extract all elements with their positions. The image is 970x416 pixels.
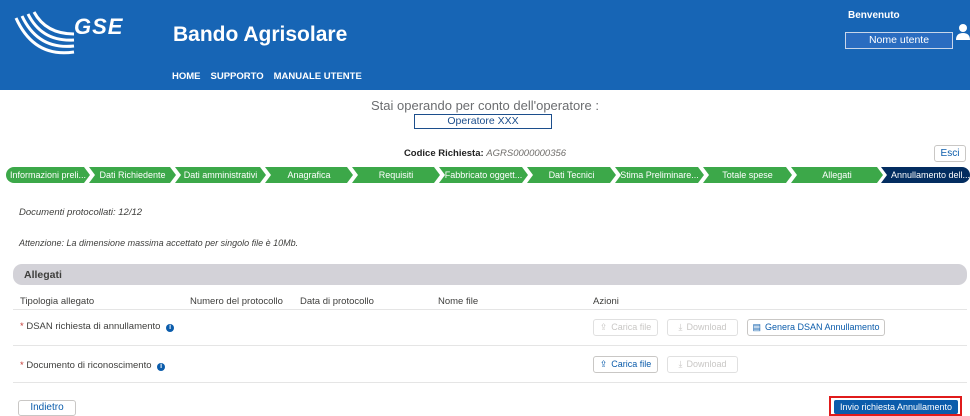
request-code: Codice Richiesta: AGRS0000000356 bbox=[0, 148, 970, 159]
upload-file-button[interactable]: ⇪ Carica file bbox=[593, 356, 658, 373]
step-allegati[interactable]: Allegati bbox=[791, 167, 883, 183]
required-marker: * bbox=[20, 360, 24, 371]
attachment-type-label: DSAN richiesta di annullamento bbox=[26, 321, 161, 332]
step-requisiti[interactable]: Requisiti bbox=[352, 167, 440, 183]
operating-label: Stai operando per conto dell'operatore : bbox=[371, 98, 599, 113]
step-annullamento[interactable]: Annullamento dell... bbox=[881, 167, 970, 183]
step-anagrafica[interactable]: Anagrafica bbox=[265, 167, 353, 183]
progress-path: Informazioni preli... Dati Richiedente D… bbox=[0, 167, 970, 183]
step-fabbricato[interactable]: Fabbricato oggett... bbox=[439, 167, 528, 183]
upload-icon: ⇪ bbox=[599, 359, 608, 369]
step-stima-preliminare[interactable]: Stima Preliminare... bbox=[615, 167, 704, 183]
nav-manual-link[interactable]: MANUALE UTENTE bbox=[274, 71, 362, 82]
column-header-tipologia: Tipologia allegato bbox=[20, 296, 95, 307]
logo-text: GSE bbox=[74, 14, 124, 39]
top-nav: HOME SUPPORTO MANUALE UTENTE bbox=[172, 71, 362, 82]
welcome-label: Benvenuto bbox=[848, 10, 900, 21]
attachment-type-label: Documento di riconoscimento bbox=[26, 360, 152, 371]
row-divider bbox=[13, 345, 967, 346]
nav-home-link[interactable]: HOME bbox=[172, 71, 201, 82]
table-row-documento: * Documento di riconoscimento i bbox=[20, 360, 166, 371]
required-marker: * bbox=[20, 321, 24, 332]
user-icon[interactable] bbox=[955, 22, 970, 42]
app-title: Bando Agrisolare bbox=[173, 23, 348, 46]
request-code-value: AGRS0000000356 bbox=[486, 148, 567, 159]
nav-support-link[interactable]: SUPPORTO bbox=[211, 71, 264, 82]
step-dati-amministrativi[interactable]: Dati amministrativi bbox=[175, 167, 266, 183]
max-size-warning: Attenzione: La dimensione massima accett… bbox=[19, 238, 299, 248]
step-dati-richiedente[interactable]: Dati Richiedente bbox=[89, 167, 176, 183]
request-code-label: Codice Richiesta: bbox=[403, 148, 484, 159]
generate-dsan-button[interactable]: ▤ Genera DSAN Annullamento bbox=[747, 319, 885, 336]
gse-logo: GSE bbox=[12, 10, 122, 65]
download-icon: ⤓ bbox=[678, 322, 683, 332]
username-box[interactable]: Nome utente bbox=[845, 32, 953, 49]
column-header-data: Data di protocollo bbox=[300, 296, 374, 307]
info-icon[interactable]: i bbox=[166, 324, 175, 332]
download-icon: ⤓ bbox=[678, 359, 683, 369]
download-button[interactable]: ⤓ Download bbox=[667, 319, 738, 336]
exit-button[interactable]: Esci bbox=[934, 145, 966, 162]
upload-icon: ⇪ bbox=[599, 322, 608, 332]
column-header-nome-file: Nome file bbox=[438, 296, 479, 307]
step-totale-spese[interactable]: Totale spese bbox=[703, 167, 792, 183]
row-divider bbox=[13, 382, 967, 383]
app-header: GSE Bando Agrisolare HOME SUPPORTO MANUA… bbox=[0, 0, 970, 90]
submit-cancellation-button[interactable]: Invio richiesta Annullamento bbox=[834, 400, 958, 414]
attachments-section-title: Allegati bbox=[24, 269, 62, 281]
info-icon[interactable]: i bbox=[157, 363, 166, 371]
header-divider bbox=[13, 309, 967, 310]
table-row-dsan: * DSAN richiesta di annullamento i bbox=[20, 321, 175, 332]
step-dati-tecnici[interactable]: Dati Tecnici bbox=[527, 167, 616, 183]
download-button[interactable]: ⤓ Download bbox=[667, 356, 738, 373]
upload-file-button[interactable]: ⇪ Carica file bbox=[593, 319, 658, 336]
step-informazioni[interactable]: Informazioni preli... bbox=[6, 167, 90, 183]
column-header-numero: Numero del protocollo bbox=[190, 296, 283, 307]
column-header-azioni: Azioni bbox=[593, 296, 619, 307]
attachments-section-header: Allegati bbox=[13, 264, 967, 285]
back-button[interactable]: Indietro bbox=[18, 400, 76, 416]
generate-icon: ▤ bbox=[752, 322, 761, 332]
operator-name: Operatore XXX bbox=[414, 114, 552, 129]
protocol-count: Documenti protocollati: 12/12 bbox=[19, 207, 143, 218]
